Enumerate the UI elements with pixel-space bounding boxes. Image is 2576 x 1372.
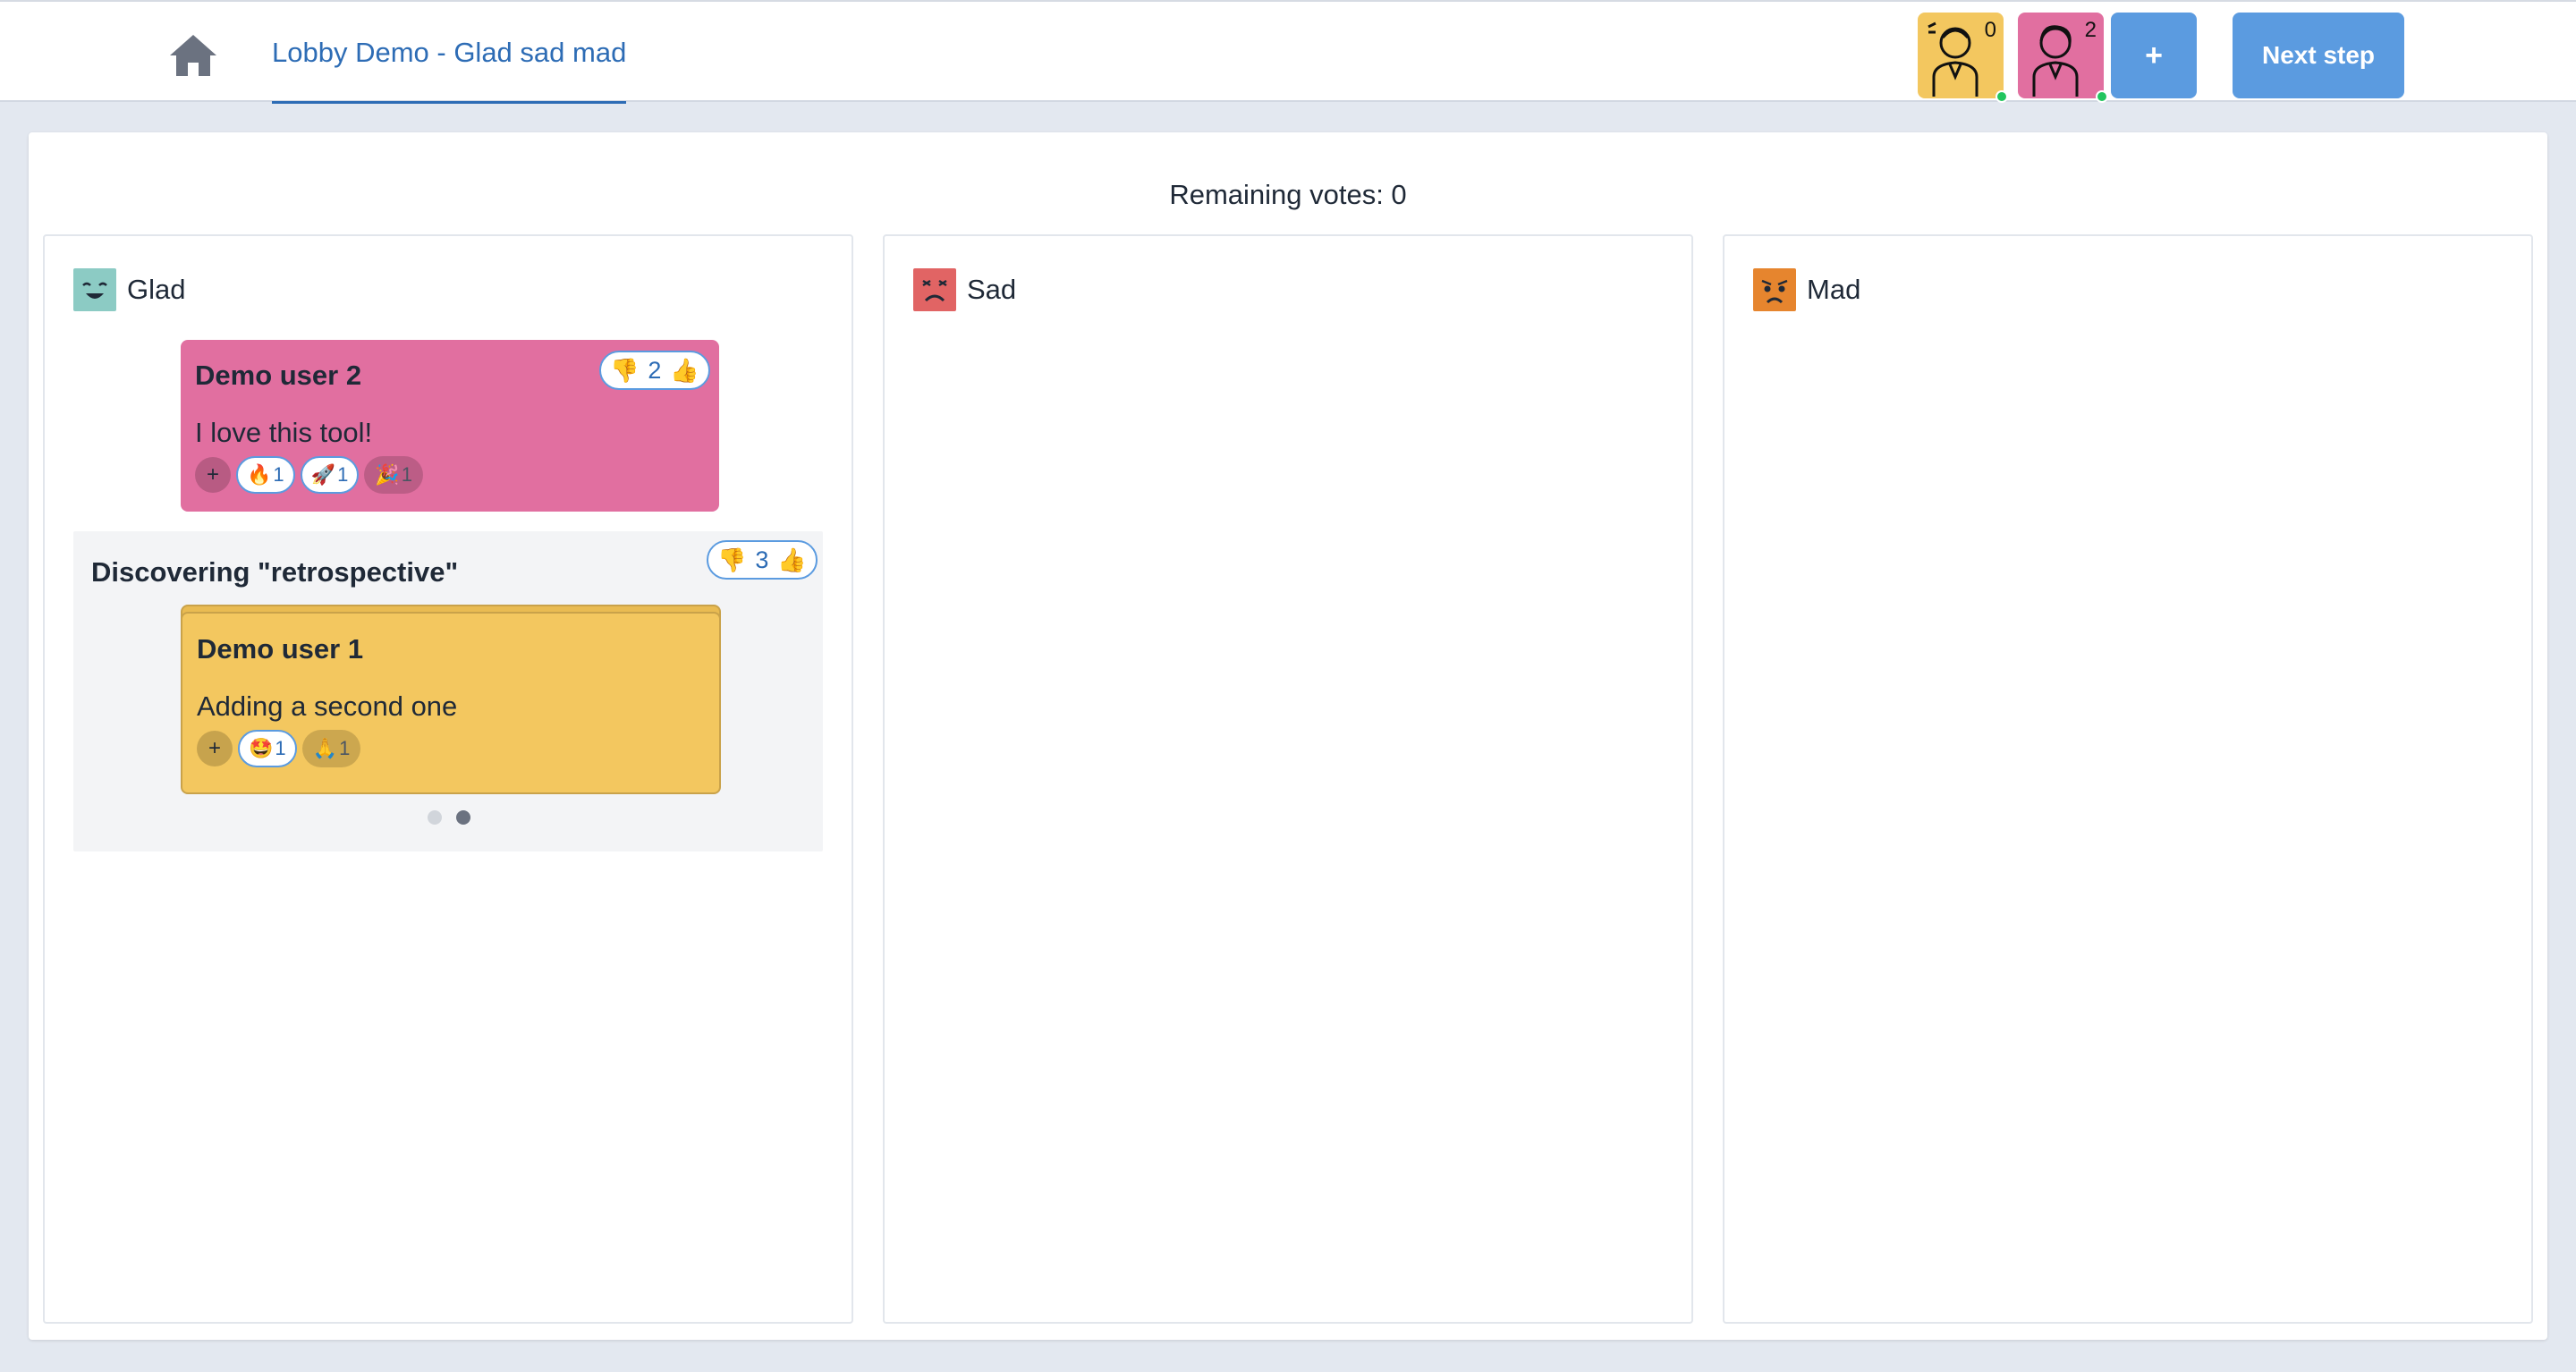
vote-count: 2 bbox=[648, 356, 662, 384]
card-group[interactable]: Discovering "retrospective" 👎 3 👍 Demo u… bbox=[73, 531, 823, 851]
column-title: Glad bbox=[127, 274, 186, 305]
card-text: Adding a second one bbox=[197, 690, 458, 722]
add-participant-button[interactable]: + bbox=[2111, 13, 2197, 98]
participant-vote-count: 0 bbox=[1984, 18, 1996, 42]
pray-emoji-icon: 🙏 bbox=[312, 737, 338, 759]
breadcrumb-title[interactable]: Lobby Demo - Glad sad mad bbox=[272, 2, 627, 104]
reaction-count: 1 bbox=[401, 463, 412, 486]
rocket-emoji-icon: 🚀 bbox=[310, 463, 336, 486]
retro-card[interactable]: Demo user 2 👎 2 👍 I love this tool! + 🔥 … bbox=[181, 340, 719, 512]
reaction-starstruck[interactable]: 🤩 1 bbox=[238, 730, 297, 767]
angry-face-icon bbox=[1753, 268, 1796, 311]
star-struck-emoji-icon: 🤩 bbox=[249, 737, 274, 759]
thumbs-down-icon[interactable]: 👎 bbox=[717, 546, 746, 574]
vote-count: 3 bbox=[755, 546, 769, 573]
reaction-count: 1 bbox=[337, 463, 349, 486]
vote-pill[interactable]: 👎 2 👍 bbox=[599, 351, 710, 390]
pager-dot-active[interactable] bbox=[456, 810, 470, 825]
next-step-button[interactable]: Next step bbox=[2233, 13, 2404, 98]
party-emoji-icon: 🎉 bbox=[375, 463, 400, 486]
home-icon[interactable] bbox=[168, 32, 218, 79]
reaction-fire[interactable]: 🔥 1 bbox=[236, 456, 295, 494]
column-title: Sad bbox=[967, 274, 1017, 305]
add-reaction-button[interactable]: + bbox=[197, 731, 233, 766]
person-icon bbox=[1928, 21, 1979, 97]
reaction-count: 1 bbox=[273, 463, 284, 486]
column-header: Mad bbox=[1753, 268, 1860, 311]
participant-avatar-2[interactable]: 2 bbox=[2018, 13, 2108, 103]
reaction-bar: + 🤩 1 🙏 1 bbox=[197, 730, 361, 767]
fire-emoji-icon: 🔥 bbox=[247, 463, 272, 486]
column-header: Glad bbox=[73, 268, 185, 311]
card-author: Demo user 2 bbox=[195, 360, 362, 391]
remaining-votes: Remaining votes: 0 bbox=[1169, 179, 1407, 210]
pager-dot[interactable] bbox=[428, 810, 442, 825]
person-icon bbox=[2032, 25, 2079, 97]
online-indicator bbox=[1996, 90, 2008, 103]
column-sad[interactable]: Sad bbox=[883, 234, 1693, 1324]
reaction-count: 1 bbox=[275, 737, 286, 759]
retro-board: Remaining votes: 0 Glad Demo user 2 👎 2 … bbox=[29, 132, 2547, 1340]
reaction-bar: + 🔥 1 🚀 1 🎉 1 bbox=[195, 456, 423, 494]
online-indicator bbox=[2096, 90, 2108, 103]
group-title: Discovering "retrospective" bbox=[91, 556, 459, 588]
participant-avatar-1[interactable]: 0 bbox=[1918, 13, 2008, 103]
thumbs-up-icon[interactable]: 👍 bbox=[777, 546, 806, 574]
thumbs-down-icon[interactable]: 👎 bbox=[610, 357, 639, 385]
column-title: Mad bbox=[1807, 274, 1861, 305]
card-text: I love this tool! bbox=[195, 417, 373, 448]
group-pager bbox=[428, 810, 470, 825]
thumbs-up-icon[interactable]: 👍 bbox=[670, 357, 699, 385]
happy-face-icon bbox=[73, 268, 116, 311]
column-mad[interactable]: Mad bbox=[1723, 234, 2533, 1324]
reaction-pray[interactable]: 🙏 1 bbox=[301, 730, 361, 767]
card-author: Demo user 1 bbox=[197, 633, 364, 665]
column-glad[interactable]: Glad Demo user 2 👎 2 👍 I love this tool!… bbox=[43, 234, 853, 1324]
column-header: Sad bbox=[913, 268, 1016, 311]
retro-card[interactable]: Demo user 1 Adding a second one + 🤩 1 🙏 … bbox=[181, 612, 721, 794]
reaction-count: 1 bbox=[339, 737, 351, 759]
participant-vote-count: 2 bbox=[2084, 18, 2097, 42]
group-vote-pill[interactable]: 👎 3 👍 bbox=[707, 540, 818, 580]
add-reaction-button[interactable]: + bbox=[195, 457, 231, 493]
top-bar: Lobby Demo - Glad sad mad 0 2 + Next ste… bbox=[0, 0, 2576, 104]
reaction-party[interactable]: 🎉 1 bbox=[364, 456, 423, 494]
reaction-rocket[interactable]: 🚀 1 bbox=[300, 456, 360, 494]
sad-face-icon bbox=[913, 268, 956, 311]
